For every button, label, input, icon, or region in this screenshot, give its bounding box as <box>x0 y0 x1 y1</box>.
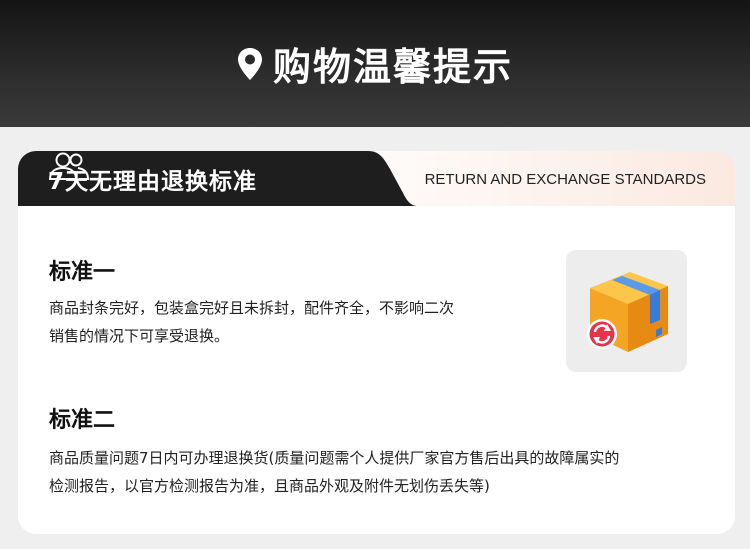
section-2-line-2: 检测报告，以官方检测报告为准，且商品外观及附件无划伤丢失等) <box>49 477 490 495</box>
tab-english-label: RETURN AND EXCHANGE STANDARDS <box>424 171 706 188</box>
section-text-2: 商品质量问题7日内可办理退换货(质量问题需个人提供厂家官方售后出具的故障属实的 … <box>49 444 619 500</box>
section-text-1: 商品封条完好，包装盒完好且未拆封，配件齐全，不影响二次 销售的情况下可享受退换。 <box>49 294 454 350</box>
section-2-line-1: 商品质量问题7日内可办理退换货(质量问题需个人提供厂家官方售后出具的故障属实的 <box>49 449 620 467</box>
header-banner: 购物温馨提示 <box>0 0 750 127</box>
section-1-line-1: 商品封条完好，包装盒完好且未拆封，配件齐全，不影响二次 <box>49 299 455 317</box>
section-title-1: 标准一 <box>49 260 116 285</box>
return-box-icon <box>587 272 668 352</box>
tab-active[interactable]: 7天无理由退换标准 <box>18 151 418 206</box>
tab-bar: 7天无理由退换标准 RETURN AND EXCHANGE STANDARDS <box>18 151 735 206</box>
tab-content: 7天无理由退换标准 <box>48 151 257 206</box>
info-card: 7天无理由退换标准 RETURN AND EXCHANGE STANDARDS … <box>18 151 735 534</box>
return-box-tile <box>566 250 687 372</box>
section-title-2: 标准二 <box>49 408 116 433</box>
users-icon <box>48 152 90 180</box>
page-title: 购物温馨提示 <box>272 45 513 89</box>
header-inner: 购物温馨提示 <box>237 36 513 91</box>
section-1-line-2: 销售的情况下可享受退换。 <box>49 327 230 345</box>
location-pin-icon <box>237 47 262 80</box>
